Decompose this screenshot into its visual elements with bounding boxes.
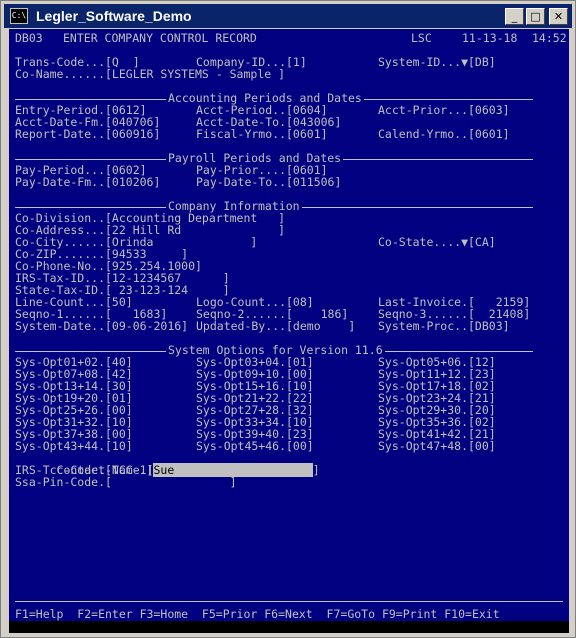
report-date-field[interactable]: Report-Date..[060916]: [15, 128, 160, 140]
sys-opt-field[interactable]: Sys-Opt47+48.[00]: [378, 440, 496, 452]
sys-opt-field[interactable]: Sys-Opt43+44.[10]: [15, 440, 133, 452]
acct-prior-field[interactable]: Acct-Prior...[0603]: [378, 104, 510, 116]
co-name-field[interactable]: Co-Name......[LEGLER SYSTEMS - Sample ]: [15, 68, 285, 80]
system-id-dropdown[interactable]: System-ID...▼[DB]: [378, 56, 496, 68]
user-code: LSC: [411, 31, 432, 45]
co-state-dropdown[interactable]: Co-State....▼[CA]: [378, 236, 496, 248]
pay-date-fm-field[interactable]: Pay-Date-Fm..[010206]: [15, 176, 160, 188]
fiscal-yrmo-field[interactable]: Fiscal-Yrmo..[0601]: [196, 128, 328, 140]
function-key-bar: F1=Help F2=Enter F3=Home F5=Prior F6=Nex…: [15, 607, 500, 621]
minimize-button[interactable]: _: [505, 8, 524, 25]
footer-divider: [15, 601, 563, 602]
screen-title: ENTER COMPANY CONTROL RECORD: [63, 31, 257, 45]
title-bar[interactable]: C:\ Legler_Software_Demo _ □ ✕: [4, 4, 572, 28]
terminal-screen[interactable]: DB03 ENTER COMPANY CONTROL RECORD LSC 11…: [9, 29, 569, 621]
updated-by-field[interactable]: Updated-By...[demo ]: [196, 320, 355, 332]
pay-date-to-field[interactable]: Pay-Date-To..[011506]: [196, 176, 341, 188]
screen-id: DB03: [15, 31, 43, 45]
system-proc-field[interactable]: System-Proc..[DB03]: [378, 320, 510, 332]
console-app-icon: C:\: [10, 8, 28, 24]
date-display: 11-13-18: [462, 31, 518, 45]
contact-name-bracket: ]: [312, 463, 320, 477]
console-window: C:\ Legler_Software_Demo _ □ ✕ DB03 ENTE…: [0, 0, 576, 638]
time-display: 14:52: [532, 31, 567, 45]
system-date-field[interactable]: System-Date..[09-06-2016]: [15, 320, 188, 332]
calend-yrmo-field[interactable]: Calend-Yrmo..[0601]: [378, 128, 510, 140]
close-button[interactable]: ✕: [549, 8, 568, 25]
ssa-pin-code-field[interactable]: Ssa-Pin-Code.[ ]: [15, 476, 237, 488]
maximize-button[interactable]: □: [526, 8, 545, 25]
window-title: Legler_Software_Demo: [36, 8, 192, 24]
console-bottom-strip: [9, 621, 569, 633]
sys-opt-field[interactable]: Sys-Opt45+46.[00]: [196, 440, 314, 452]
